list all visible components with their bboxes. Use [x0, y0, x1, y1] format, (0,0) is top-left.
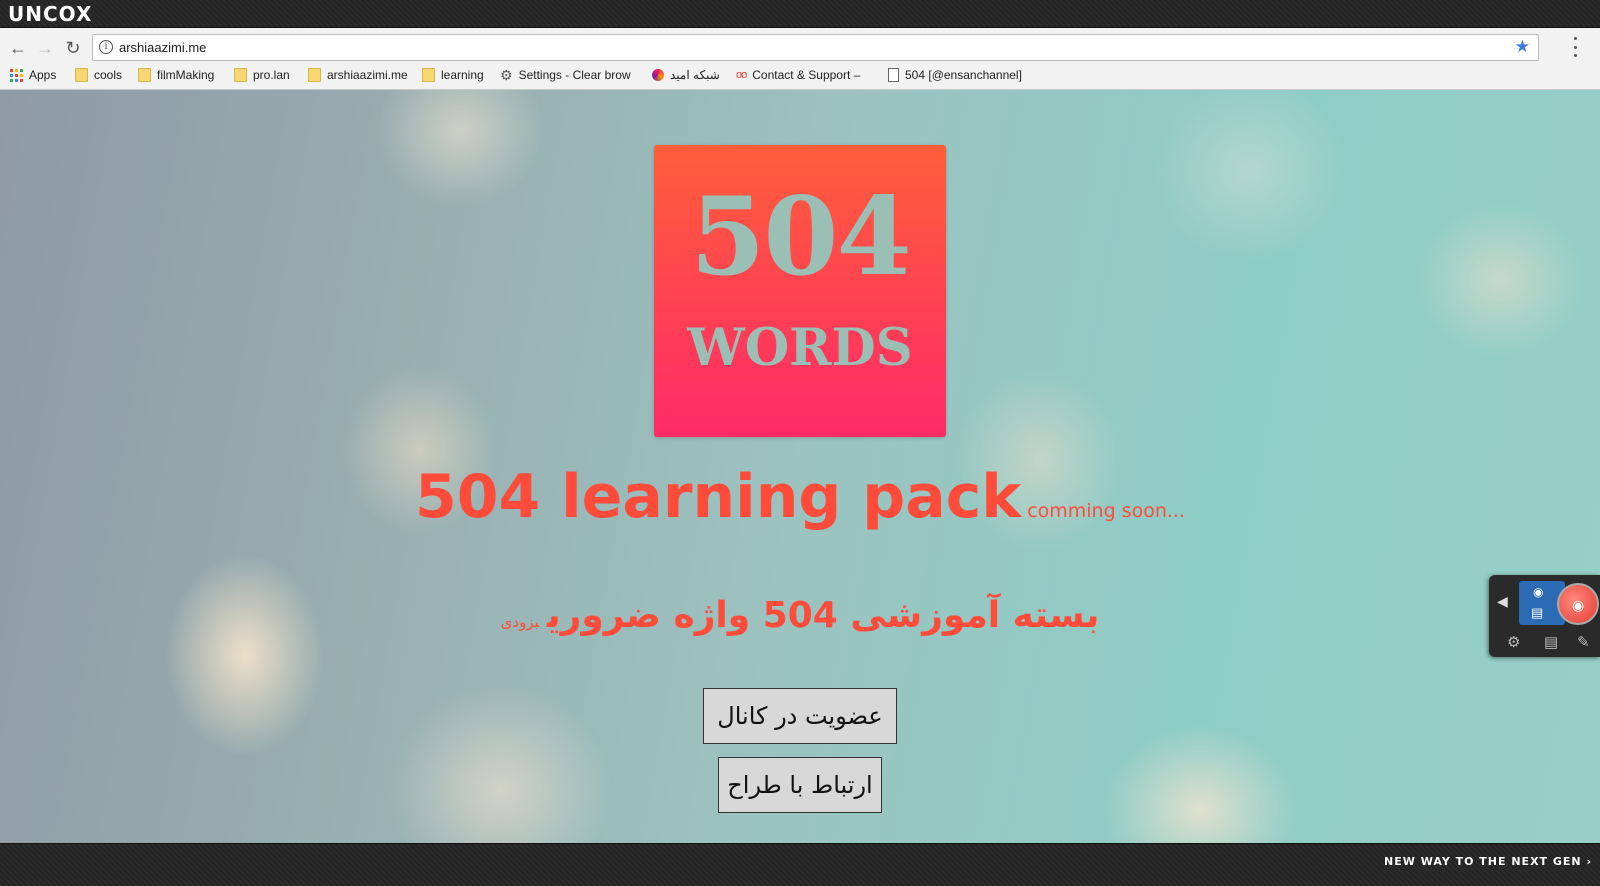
headline-coming-soon: comming soon... [1027, 500, 1186, 522]
edit-icon[interactable]: ✎ [1577, 633, 1590, 651]
reload-icon[interactable]: ↻ [61, 36, 85, 60]
bookmark-learning[interactable]: learning [422, 67, 484, 83]
apps-grid-icon [10, 68, 23, 82]
bookmark-label: شبکه امید [670, 68, 720, 82]
folder-icon [422, 68, 435, 82]
headline-title: 504 learning pack [414, 462, 1022, 532]
persian-title: بسته آموزشی 504 واژه ضروری [547, 595, 1100, 636]
swirl-icon [652, 69, 664, 81]
bookmark-arshiaazimi[interactable]: arshiaazimi.me [308, 67, 408, 83]
persian-coming-soon: بزودی [500, 613, 540, 631]
persian-headline: بسته آموزشی 504 واژه ضروری بزودی [0, 595, 1600, 636]
folder-icon [234, 68, 247, 82]
504-words-logo: 504 WORDS [654, 145, 946, 437]
bookmark-label: learning [441, 68, 484, 82]
bookmark-label: Settings - Clear brow [518, 68, 631, 82]
star-icon[interactable]: ★ [1515, 37, 1530, 57]
bookmark-settings[interactable]: ⚙ Settings - Clear brow [500, 67, 631, 83]
gear-icon: ⚙ [500, 66, 513, 83]
page-icon [888, 68, 899, 82]
contact-designer-button[interactable]: ارتباط با طراح [718, 757, 882, 813]
screen-capture-widget: ◀ ◉ ▤ ◉ ⚙ ▤ ✎ [1489, 575, 1600, 657]
headline: 504 learning pack comming soon... [0, 462, 1600, 532]
gear-icon[interactable]: ⚙ [1507, 633, 1520, 651]
page-viewport: 504 WORDS 504 learning pack comming soon.… [0, 90, 1600, 843]
bookmark-label: filmMaking [157, 68, 215, 82]
browser-toolbar: ← → ↻ i arshiaazimi.me ★ Apps cools film… [0, 28, 1600, 90]
record-icon[interactable]: ◉ [1557, 583, 1599, 625]
bookmark-label: cools [94, 68, 123, 82]
folder-icon [308, 68, 321, 82]
bookmark-label: Apps [29, 68, 57, 82]
bookmark-filmmaking[interactable]: filmMaking [138, 67, 214, 83]
bookmark-cools[interactable]: cools [75, 67, 122, 83]
url-text[interactable]: arshiaazimi.me [119, 40, 206, 55]
menu-dots-icon[interactable] [1572, 37, 1578, 57]
oo-icon: oo [736, 69, 747, 81]
bookmark-apps[interactable]: Apps [10, 67, 56, 83]
bookmark-label: 504 [@ensanchannel] [905, 68, 1022, 82]
bookmark-504-channel[interactable]: 504 [@ensanchannel] [888, 67, 1022, 83]
camera-icon[interactable]: ◉ [1533, 585, 1543, 599]
video-icon[interactable]: ▤ [1531, 605, 1543, 621]
os-bottom-bar: NEW WAY TO THE NEXT GEN › [0, 843, 1600, 886]
film-icon[interactable]: ▤ [1544, 633, 1558, 651]
info-icon[interactable]: i [99, 40, 113, 54]
logo-word: WORDS [687, 318, 913, 378]
bookmarks-bar: Apps cools filmMaking pro.lan arshiaazim… [0, 63, 1600, 87]
address-bar[interactable]: i arshiaazimi.me ★ [92, 34, 1539, 61]
join-channel-button[interactable]: عضویت در کانال [703, 688, 897, 744]
forward-arrow-icon[interactable]: → [33, 36, 57, 60]
bookmark-omid[interactable]: شبکه امید [652, 67, 720, 83]
bookmark-pro-lan[interactable]: pro.lan [234, 67, 290, 83]
bookmark-label: arshiaazimi.me [327, 68, 408, 82]
bookmark-label: Contact & Support – [752, 68, 861, 82]
bookmark-contact-support[interactable]: oo Contact & Support – [736, 67, 860, 83]
bookmark-label: pro.lan [253, 68, 290, 82]
logo-number: 504 [690, 174, 911, 300]
folder-icon [75, 68, 88, 82]
arrow-left-icon[interactable]: ◀ [1497, 593, 1508, 610]
os-tagline: NEW WAY TO THE NEXT GEN › [1384, 855, 1592, 868]
folder-icon [138, 68, 151, 82]
back-arrow-icon[interactable]: ← [6, 36, 30, 60]
os-top-bar: UNCOX [0, 0, 1600, 28]
os-logo: UNCOX [8, 2, 93, 26]
